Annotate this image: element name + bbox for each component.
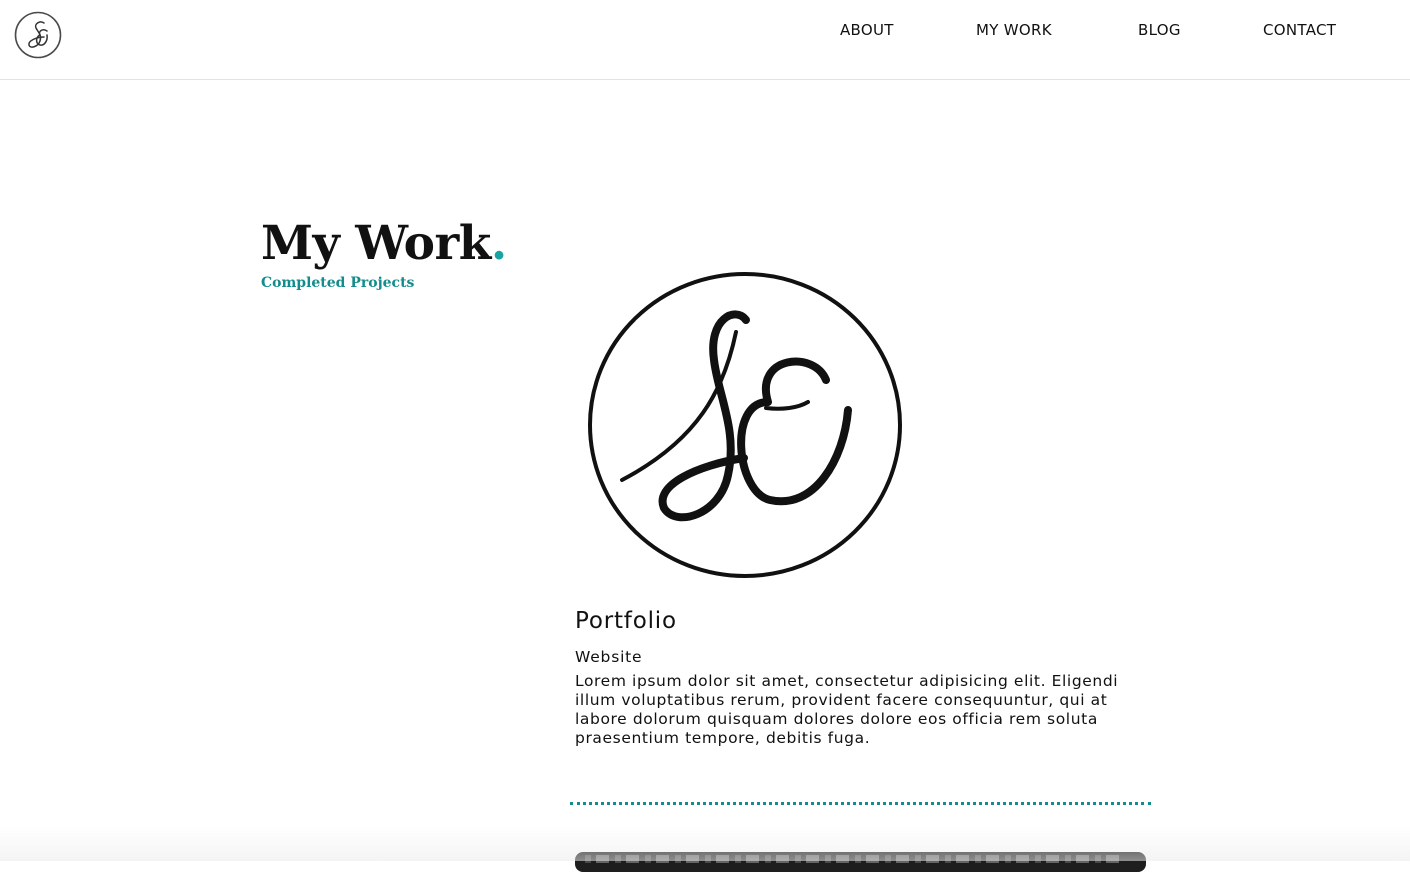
nav-link-blog[interactable]: BLOG xyxy=(1138,21,1181,39)
next-project-image[interactable] xyxy=(575,852,1146,872)
project-title: Portfolio xyxy=(575,608,677,634)
page-heading-block: My Work. Completed Projects xyxy=(261,213,507,291)
project-description: Lorem ipsum dolor sit amet, consectetur … xyxy=(575,672,1119,747)
dotted-divider xyxy=(570,802,1151,805)
page-subtitle: Completed Projects xyxy=(261,275,415,291)
se-logo-image[interactable] xyxy=(586,270,904,580)
main-navigation: ABOUT MY WORK BLOG CONTACT xyxy=(0,21,1410,41)
project-monogram-graphic xyxy=(588,272,902,578)
nav-link-contact[interactable]: CONTACT xyxy=(1263,21,1336,39)
page-title: My Work. xyxy=(261,213,507,275)
page-title-dot: . xyxy=(490,216,507,271)
nav-link-about[interactable]: ABOUT xyxy=(840,21,894,39)
nav-link-my-work[interactable]: MY WORK xyxy=(976,21,1052,39)
page-title-text: My Work xyxy=(261,216,491,271)
top-navbar: ABOUT MY WORK BLOG CONTACT xyxy=(0,0,1410,80)
project-type: Website xyxy=(575,648,643,666)
